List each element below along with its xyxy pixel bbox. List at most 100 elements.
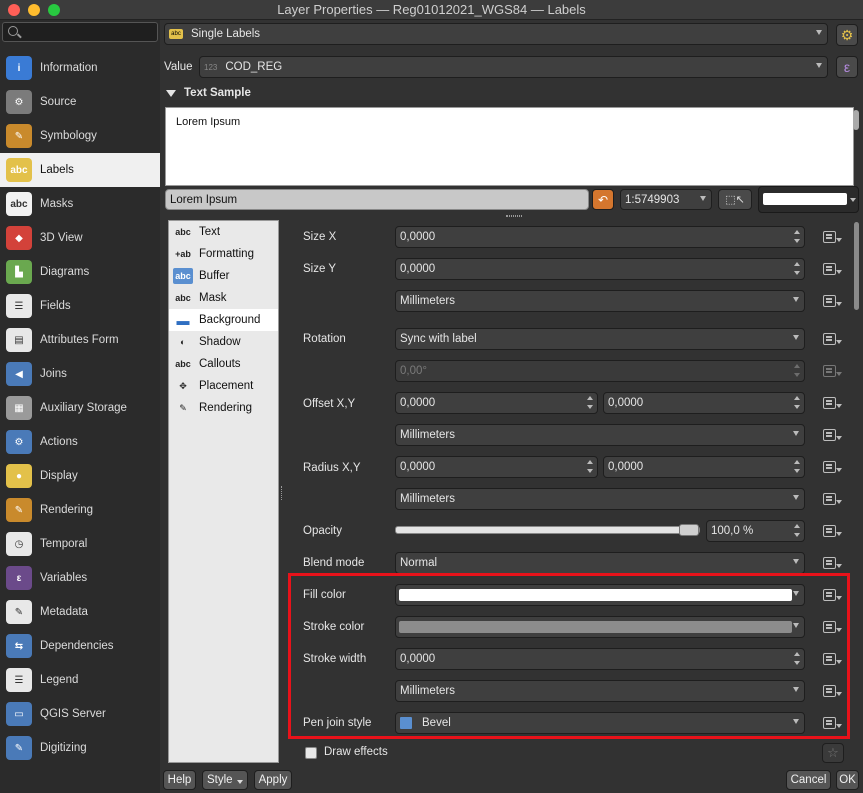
data-defined-icon: [823, 525, 836, 537]
radius-y-input[interactable]: 0,0000: [603, 456, 805, 478]
cancel-button[interactable]: Cancel: [786, 770, 831, 790]
splitter-handle[interactable]: [506, 215, 522, 217]
collapse-icon[interactable]: [166, 89, 176, 97]
sidebar-item-metadata[interactable]: ✎ Metadata: [0, 595, 160, 629]
sidebar-item-actions[interactable]: ⚙ Actions: [0, 425, 160, 459]
rendering-icon: ✎: [179, 402, 187, 413]
offset-data-defined-button[interactable]: [822, 395, 842, 413]
sidebar-item-dependencies[interactable]: ⇆ Dependencies: [0, 629, 160, 663]
info-icon: i: [6, 56, 32, 80]
draw-effects-checkbox[interactable]: [305, 747, 317, 759]
label-settings-button[interactable]: ⚙: [836, 24, 858, 46]
help-button[interactable]: Help: [163, 770, 196, 790]
background-color-button[interactable]: [758, 186, 859, 213]
sidebar-item-variables[interactable]: ε Variables: [0, 561, 160, 595]
reset-sample-button[interactable]: ↶: [592, 189, 614, 210]
title-bar: Layer Properties — Reg01012021_WGS84 — L…: [0, 0, 863, 20]
opacity-input[interactable]: 100,0 %: [706, 520, 805, 542]
tab-buffer[interactable]: abc Buffer: [169, 265, 278, 287]
document-icon: ✎: [6, 600, 32, 624]
tab-callouts[interactable]: abc Callouts: [169, 353, 278, 375]
sidebar-item-symbology[interactable]: ✎ Symbology: [0, 119, 160, 153]
form-scrollbar[interactable]: [853, 220, 861, 560]
value-field-select[interactable]: 123 COD_REG: [199, 56, 828, 78]
offset-unit-select[interactable]: Millimeters: [395, 424, 805, 446]
offset-x-input[interactable]: 0,0000: [395, 392, 598, 414]
tab-label: Background: [199, 314, 261, 326]
style-button[interactable]: Style: [202, 770, 248, 790]
size-y-data-defined-button[interactable]: [822, 261, 842, 279]
rotation-angle-input[interactable]: 0,00°: [395, 360, 805, 382]
radius-unit-data-defined-button[interactable]: [822, 491, 842, 509]
tabs-splitter-handle[interactable]: [281, 486, 283, 500]
sidebar-item-attributes-form[interactable]: ▤ Attributes Form: [0, 323, 160, 357]
chevron-down-icon: [850, 198, 856, 202]
sidebar-item-label: 3D View: [40, 232, 83, 244]
radius-x-input[interactable]: 0,0000: [395, 456, 598, 478]
sidebar-item-qgis-server[interactable]: ▭ QGIS Server: [0, 697, 160, 731]
sidebar-item-temporal[interactable]: ◷ Temporal: [0, 527, 160, 561]
sample-text-input[interactable]: Lorem Ipsum: [165, 189, 589, 210]
opacity-data-defined-button[interactable]: [822, 523, 842, 541]
map-canvas-button[interactable]: ⬚↖: [718, 189, 752, 210]
offset-unit-data-defined-button[interactable]: [822, 427, 842, 445]
sidebar-item-joins[interactable]: ◀ Joins: [0, 357, 160, 391]
sidebar-item-display[interactable]: ● Display: [0, 459, 160, 493]
chevron-down-icon: [793, 495, 799, 500]
offset-y-input[interactable]: 0,0000: [603, 392, 805, 414]
expression-button[interactable]: ε: [836, 56, 858, 78]
spinner-icon: [794, 262, 801, 276]
size-x-data-defined-button[interactable]: [822, 229, 842, 247]
opacity-label: Opacity: [303, 525, 342, 537]
sidebar-item-rendering[interactable]: ✎ Rendering: [0, 493, 160, 527]
chevron-down-icon: [237, 780, 243, 784]
sidebar-item-digitizing[interactable]: ✎ Digitizing: [0, 731, 160, 765]
size-y-input[interactable]: 0,0000: [395, 258, 805, 280]
sidebar-item-fields[interactable]: ☰ Fields: [0, 289, 160, 323]
blend-mode-data-defined-button[interactable]: [822, 555, 842, 573]
rotation-data-defined-button[interactable]: [822, 331, 842, 349]
offset-y-value: 0,0000: [608, 397, 644, 409]
sidebar-item-label: Dependencies: [40, 640, 114, 652]
effects-settings-button[interactable]: ☆: [822, 743, 844, 763]
tab-rendering[interactable]: ✎ Rendering: [169, 397, 278, 419]
tab-text[interactable]: abc Text: [169, 221, 278, 243]
sidebar-search-input[interactable]: [2, 22, 158, 42]
sidebar-item-3d-view[interactable]: ◆ 3D View: [0, 221, 160, 255]
opacity-slider-handle[interactable]: [679, 524, 699, 536]
apply-button[interactable]: Apply: [254, 770, 292, 790]
sidebar-item-label: Auxiliary Storage: [40, 402, 127, 414]
blend-mode-select[interactable]: Normal: [395, 552, 805, 574]
sidebar-item-source[interactable]: ⚙ Source: [0, 85, 160, 119]
highlight-box: [288, 573, 850, 739]
size-unit-select[interactable]: Millimeters: [395, 290, 805, 312]
radius-unit-select[interactable]: Millimeters: [395, 488, 805, 510]
tab-label: Text: [199, 226, 221, 238]
sidebar-item-diagrams[interactable]: ▙ Diagrams: [0, 255, 160, 289]
size-unit-data-defined-button[interactable]: [822, 293, 842, 311]
sidebar-item-label: Digitizing: [40, 742, 87, 754]
ok-button[interactable]: OK: [836, 770, 859, 790]
sidebar-item-auxiliary-storage[interactable]: ▦ Auxiliary Storage: [0, 391, 160, 425]
sidebar-item-information[interactable]: i Information: [0, 51, 160, 85]
sidebar-item-legend[interactable]: ☰ Legend: [0, 663, 160, 697]
preview-scrollbar[interactable]: [853, 110, 859, 130]
tab-placement[interactable]: ✥ Placement: [169, 375, 278, 397]
opacity-slider[interactable]: [395, 524, 700, 536]
scroll-thumb[interactable]: [854, 222, 859, 310]
rotation-mode-select[interactable]: Sync with label: [395, 328, 805, 350]
size-x-input[interactable]: 0,0000: [395, 226, 805, 248]
undo-icon: ↶: [597, 192, 609, 207]
sidebar-item-labels[interactable]: abc Labels: [0, 153, 160, 187]
label-mode-select[interactable]: abc Single Labels: [164, 23, 828, 45]
tab-shadow[interactable]: ◐ Shadow: [169, 331, 278, 353]
window-title: Layer Properties — Reg01012021_WGS84 — L…: [277, 2, 586, 17]
sidebar-item-masks[interactable]: abc Masks: [0, 187, 160, 221]
scale-select[interactable]: 1:5749903: [620, 189, 712, 210]
tab-background[interactable]: ▬ Background: [169, 309, 278, 331]
radius-data-defined-button[interactable]: [822, 459, 842, 477]
tab-mask[interactable]: abc Mask: [169, 287, 278, 309]
shadow-icon: ◐: [180, 337, 186, 347]
rotation-angle-data-defined-button[interactable]: [822, 363, 842, 381]
tab-formatting[interactable]: +ab Formatting: [169, 243, 278, 265]
